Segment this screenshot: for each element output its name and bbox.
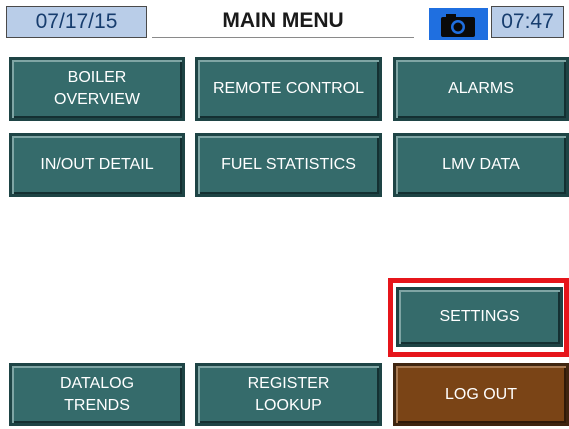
settings-highlight-box — [388, 278, 569, 357]
button-label-line-2: LOOKUP — [255, 396, 322, 414]
register-lookup-button[interactable]: REGISTER LOOKUP — [195, 363, 382, 426]
camera-icon — [441, 14, 475, 37]
date-display: 07/17/15 — [6, 6, 147, 38]
button-label-line-2: TRENDS — [64, 396, 130, 414]
button-label: LMV DATA — [442, 156, 520, 173]
top-bar: 07/17/15 MAIN MENU 07:47 — [0, 0, 569, 42]
alarms-button[interactable]: ALARMS — [393, 57, 569, 121]
button-label: LOG OUT — [444, 385, 517, 403]
button-label-line-1: REGISTER — [247, 374, 330, 392]
button-label-line-1: BOILER — [67, 69, 127, 86]
log-out-button[interactable]: LOG OUT — [393, 363, 569, 426]
button-label: IN/OUT DETAIL — [40, 156, 154, 173]
page-title: MAIN MENU — [152, 5, 414, 38]
button-label: ALARMS — [448, 80, 514, 97]
boiler-overview-button[interactable]: BOILER OVERVIEW — [9, 57, 185, 121]
camera-button[interactable] — [429, 8, 488, 40]
fuel-statistics-button[interactable]: FUEL STATISTICS — [195, 133, 382, 197]
button-label: FUEL STATISTICS — [221, 156, 356, 173]
remote-control-button[interactable]: REMOTE CONTROL — [195, 57, 382, 121]
button-label-line-2: OVERVIEW — [54, 91, 140, 108]
datalog-trends-button[interactable]: DATALOG TRENDS — [9, 363, 185, 426]
lmv-data-button[interactable]: LMV DATA — [393, 133, 569, 197]
button-label: REMOTE CONTROL — [212, 80, 365, 97]
in-out-detail-button[interactable]: IN/OUT DETAIL — [9, 133, 185, 197]
button-label-line-1: DATALOG — [59, 374, 135, 392]
time-display: 07:47 — [491, 6, 564, 38]
